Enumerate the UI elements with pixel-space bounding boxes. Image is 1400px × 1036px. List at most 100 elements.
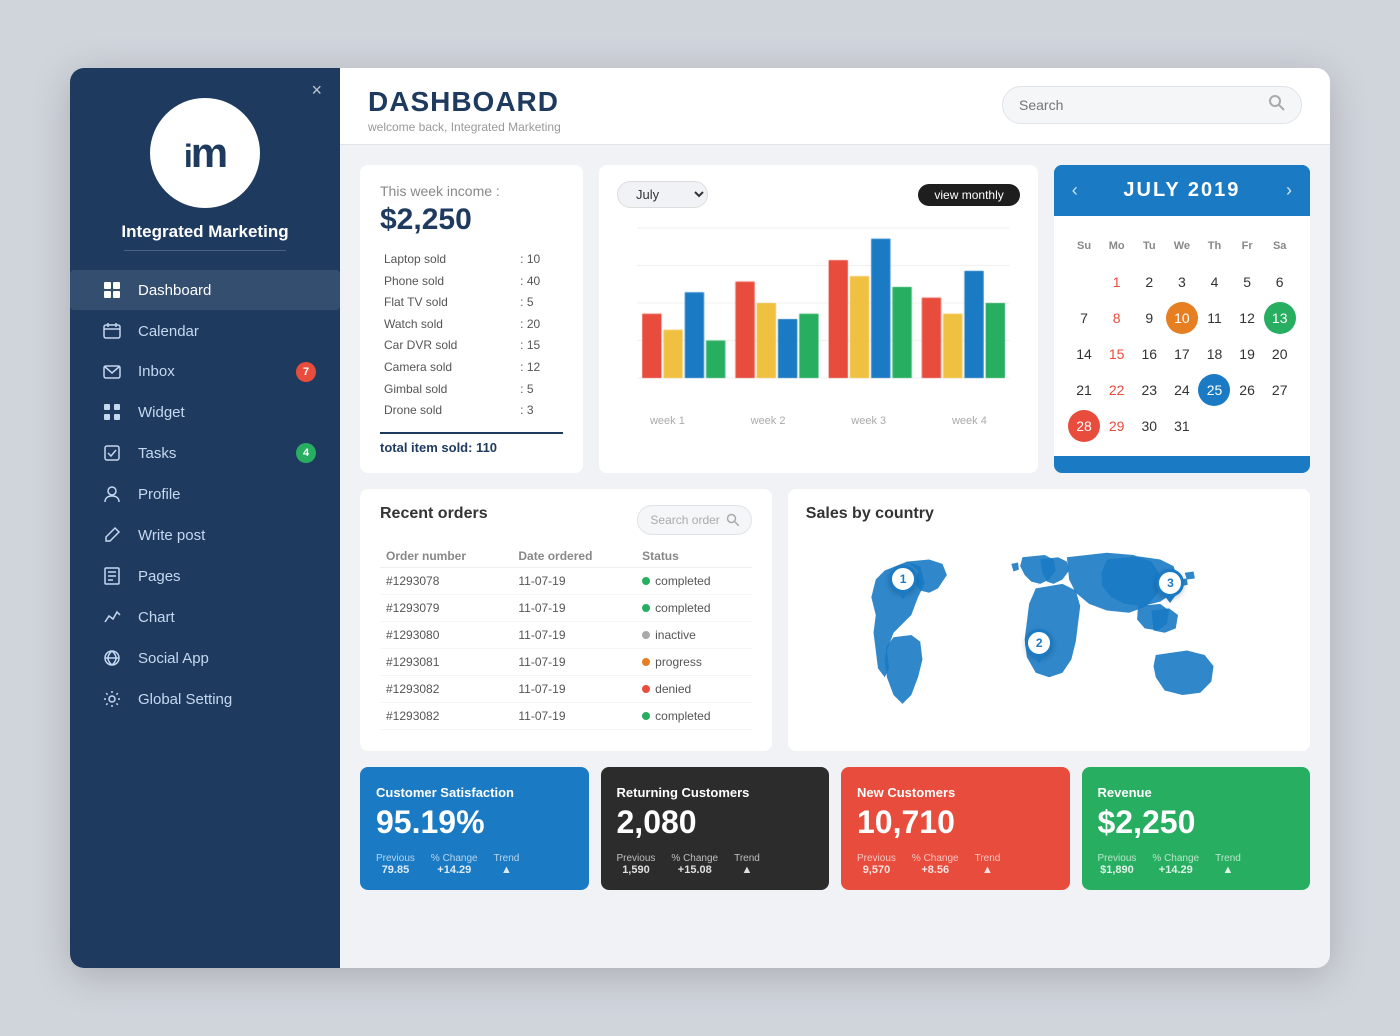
calendar-day[interactable]: 5: [1231, 266, 1263, 298]
calendar-day[interactable]: 21: [1068, 374, 1100, 406]
order-date: 11-07-19: [512, 648, 636, 675]
calendar-day[interactable]: 24: [1166, 374, 1198, 406]
calendar-day[interactable]: 4: [1198, 266, 1230, 298]
income-item-value: : 15: [516, 335, 563, 357]
map-title: Sales by country: [806, 505, 1292, 523]
page-title: Dashboard: [368, 86, 561, 118]
income-item-value: : 40: [516, 271, 563, 293]
sidebar-item-pages[interactable]: Pages: [70, 556, 340, 596]
col-date-ordered: Date ordered: [512, 545, 636, 568]
calendar-day[interactable]: 12: [1231, 302, 1263, 334]
sidebar-item-chart[interactable]: Chart: [70, 597, 340, 637]
stat-footer-value: 79.85: [382, 864, 410, 876]
order-number: #1293078: [380, 567, 512, 594]
chart-icon: [100, 608, 124, 626]
stat-footer-item: Trend ▲: [734, 853, 760, 876]
close-button[interactable]: ×: [311, 80, 322, 101]
calendar-day[interactable]: 11: [1198, 302, 1230, 334]
stat-footer: Previous 1,590 % Change +15.08 Trend ▲: [617, 853, 814, 876]
calendar-day[interactable]: 17: [1166, 338, 1198, 370]
gear-icon: [100, 690, 124, 708]
sidebar-item-tasks[interactable]: Tasks 4: [70, 433, 340, 473]
calendar-weekday-header: Su: [1068, 230, 1100, 262]
stat-value: 10,710: [857, 804, 1054, 841]
sidebar-item-label: Social App: [138, 650, 209, 667]
calendar-day[interactable]: 31: [1166, 410, 1198, 442]
calendar-day[interactable]: 18: [1198, 338, 1230, 370]
calendar-day[interactable]: 26: [1231, 374, 1263, 406]
calendar-day[interactable]: 29: [1101, 410, 1133, 442]
col-order-number: Order number: [380, 545, 512, 568]
calendar-day[interactable]: 19: [1231, 338, 1263, 370]
income-item: Watch sold: 20: [380, 314, 563, 336]
stat-footer-value: +8.56: [921, 864, 949, 876]
calendar-day[interactable]: 27: [1264, 374, 1296, 406]
grid-icon: [100, 281, 124, 299]
page-subtitle: welcome back, Integrated Marketing: [368, 120, 561, 134]
calendar-day[interactable]: 22: [1101, 374, 1133, 406]
order-date: 11-07-19: [512, 702, 636, 729]
stat-footer-label: Previous: [617, 853, 656, 864]
sidebar-item-profile[interactable]: Profile: [70, 474, 340, 514]
sidebar-item-label: Tasks: [138, 445, 176, 462]
sidebar-item-label: Write post: [138, 527, 205, 544]
sidebar-item-calendar[interactable]: Calendar: [70, 311, 340, 351]
order-status: completed: [636, 594, 752, 621]
stat-title: Revenue: [1098, 785, 1295, 800]
view-monthly-button[interactable]: view monthly: [918, 184, 1019, 206]
sidebar-item-inbox[interactable]: Inbox 7: [70, 352, 340, 391]
top-row: This week income : $2,250 Laptop sold: 1…: [360, 165, 1310, 473]
pencil-icon: [100, 526, 124, 544]
map-pin-2: 2: [1025, 629, 1053, 657]
calendar-day[interactable]: 28: [1068, 410, 1100, 442]
calendar-day[interactable]: 16: [1133, 338, 1165, 370]
stat-card-customer-satisfaction: Customer Satisfaction 95.19% Previous 79…: [360, 767, 589, 890]
orders-search-bar[interactable]: Search order: [637, 505, 751, 535]
income-item: Camera sold: 12: [380, 357, 563, 379]
world-map: 1 2 3: [806, 535, 1292, 735]
stat-footer-label: Previous: [857, 853, 896, 864]
calendar-day[interactable]: 15: [1101, 338, 1133, 370]
chart-month-dropdown[interactable]: July August: [617, 181, 708, 208]
income-item: Flat TV sold: 5: [380, 292, 563, 314]
calendar-prev-button[interactable]: ‹: [1072, 180, 1078, 201]
pages-icon: [100, 567, 124, 585]
income-item-value: : 10: [516, 249, 563, 271]
social-icon: [100, 649, 124, 667]
week-label: week 1: [650, 415, 685, 427]
sidebar-item-global-setting[interactable]: Global Setting: [70, 679, 340, 719]
search-input[interactable]: [1019, 97, 1268, 113]
calendar-day[interactable]: 7: [1068, 302, 1100, 334]
sidebar-item-dashboard[interactable]: Dashboard: [70, 270, 340, 310]
calendar-day[interactable]: 2: [1133, 266, 1165, 298]
sidebar-item-social-app[interactable]: Social App: [70, 638, 340, 678]
sidebar-item-widget[interactable]: Widget: [70, 392, 340, 432]
stat-value: 2,080: [617, 804, 814, 841]
order-number: #1293081: [380, 648, 512, 675]
calendar-day[interactable]: 6: [1264, 266, 1296, 298]
calendar-day[interactable]: 25: [1198, 374, 1230, 406]
calendar-day[interactable]: 8: [1101, 302, 1133, 334]
chart-card: July August view monthly week 1week 2wee…: [599, 165, 1038, 473]
income-item-name: Gimbal sold: [380, 379, 516, 401]
calendar-day[interactable]: 14: [1068, 338, 1100, 370]
order-status: inactive: [636, 621, 752, 648]
income-amount: $2,250: [380, 203, 563, 237]
calendar-day[interactable]: 20: [1264, 338, 1296, 370]
search-order-placeholder: Search order: [650, 513, 719, 527]
user-icon: [100, 485, 124, 503]
calendar-day[interactable]: 10: [1166, 302, 1198, 334]
stat-footer-item: Previous 79.85: [376, 853, 415, 876]
income-item-value: : 12: [516, 357, 563, 379]
sidebar-item-write-post[interactable]: Write post: [70, 515, 340, 555]
calendar-day[interactable]: 9: [1133, 302, 1165, 334]
calendar-day[interactable]: 13: [1264, 302, 1296, 334]
stat-footer-label: Previous: [1098, 853, 1137, 864]
search-icon[interactable]: [1268, 94, 1285, 116]
calendar-day[interactable]: 3: [1166, 266, 1198, 298]
calendar-next-button[interactable]: ›: [1286, 180, 1292, 201]
calendar-day[interactable]: 30: [1133, 410, 1165, 442]
calendar-day[interactable]: 1: [1101, 266, 1133, 298]
calendar-weekday-header: Mo: [1101, 230, 1133, 262]
calendar-day[interactable]: 23: [1133, 374, 1165, 406]
